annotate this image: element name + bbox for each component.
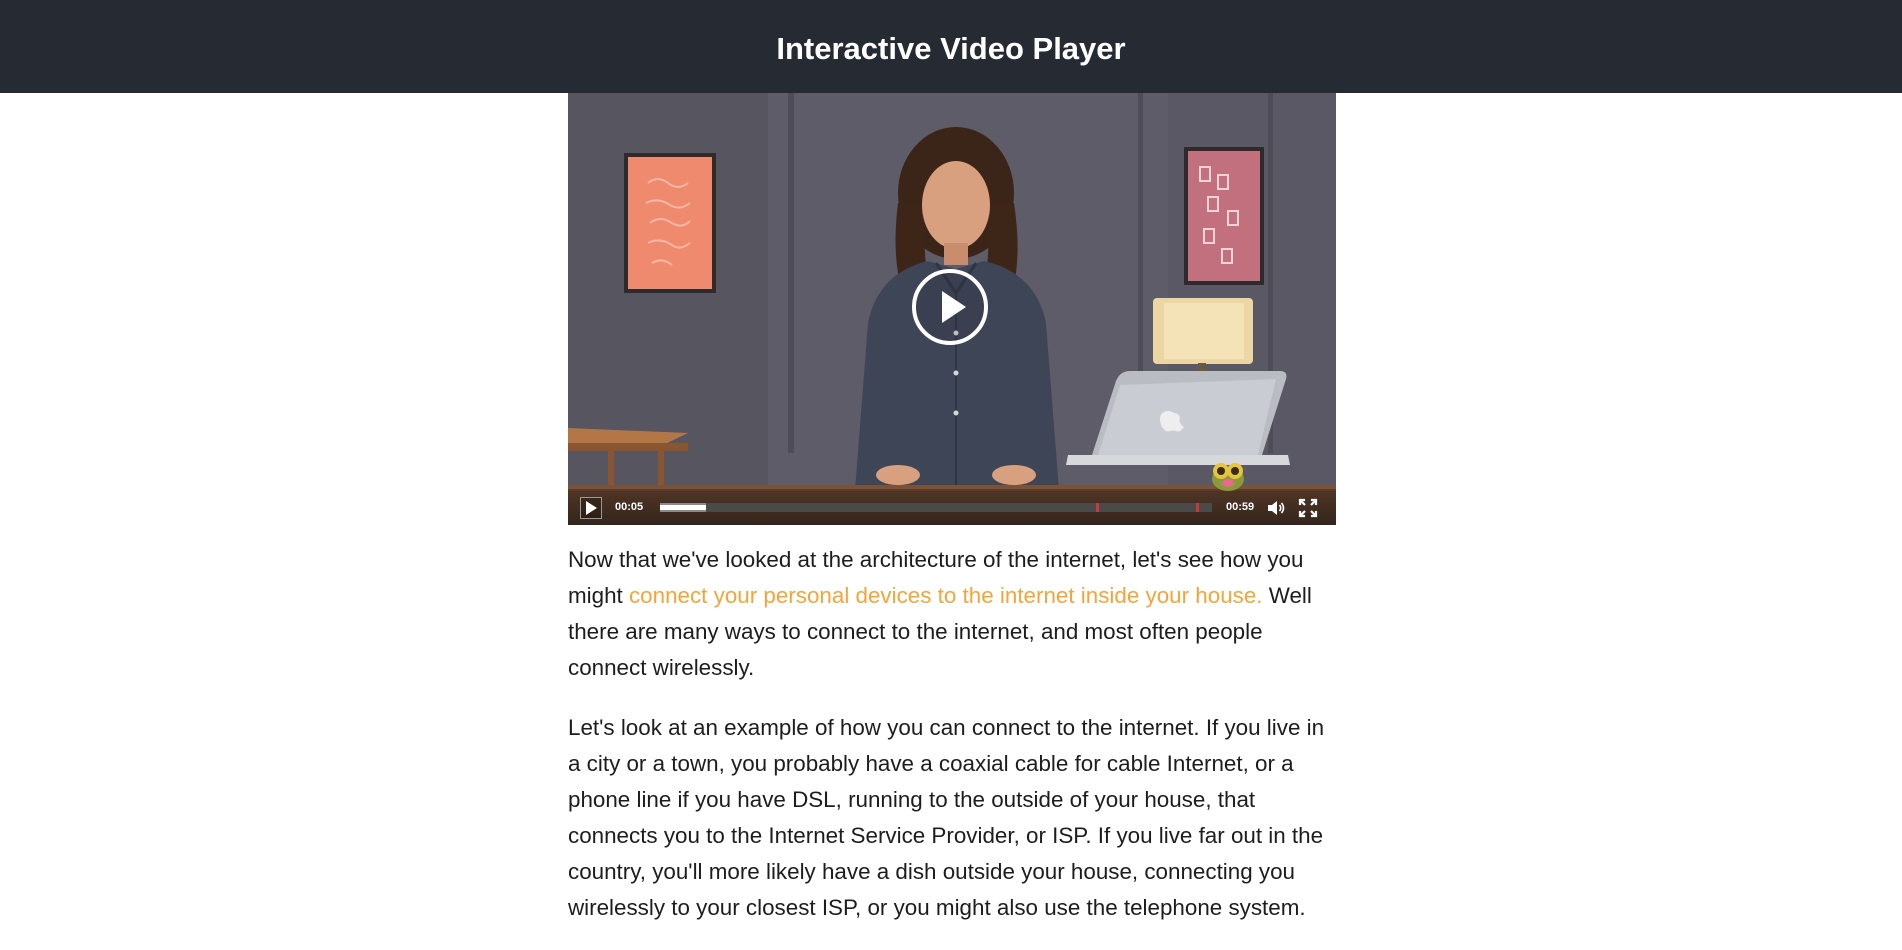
fullscreen-icon[interactable] [1298,498,1318,518]
page-title: Interactive Video Player [776,30,1126,66]
progress-played [660,505,706,510]
transcript-highlight-link[interactable]: connect your personal devices to the int… [629,583,1263,608]
video-player[interactable]: 00:05 00:59 [568,93,1336,525]
progress-marker [1096,503,1099,512]
play-circle-icon [942,291,966,323]
current-time: 00:05 [615,501,644,513]
owl-mascot-icon [1212,463,1244,491]
volume-icon[interactable] [1266,498,1286,518]
play-icon [586,501,597,515]
progress-marker [1196,503,1199,512]
player-controls: 00:05 00:59 [568,491,1336,525]
transcript-paragraph-2: Let's look at an example of how you can … [568,715,1325,920]
duration-time: 00:59 [1226,501,1255,513]
transcript: Now that we've looked at the architectur… [568,542,1338,950]
page-header: Interactive Video Player [0,0,1902,93]
play-button[interactable] [580,497,602,519]
big-play-button[interactable] [912,269,988,345]
progress-bar[interactable] [660,503,1212,512]
transcript-paragraph-1: Now that we've looked at the architectur… [568,542,1338,686]
